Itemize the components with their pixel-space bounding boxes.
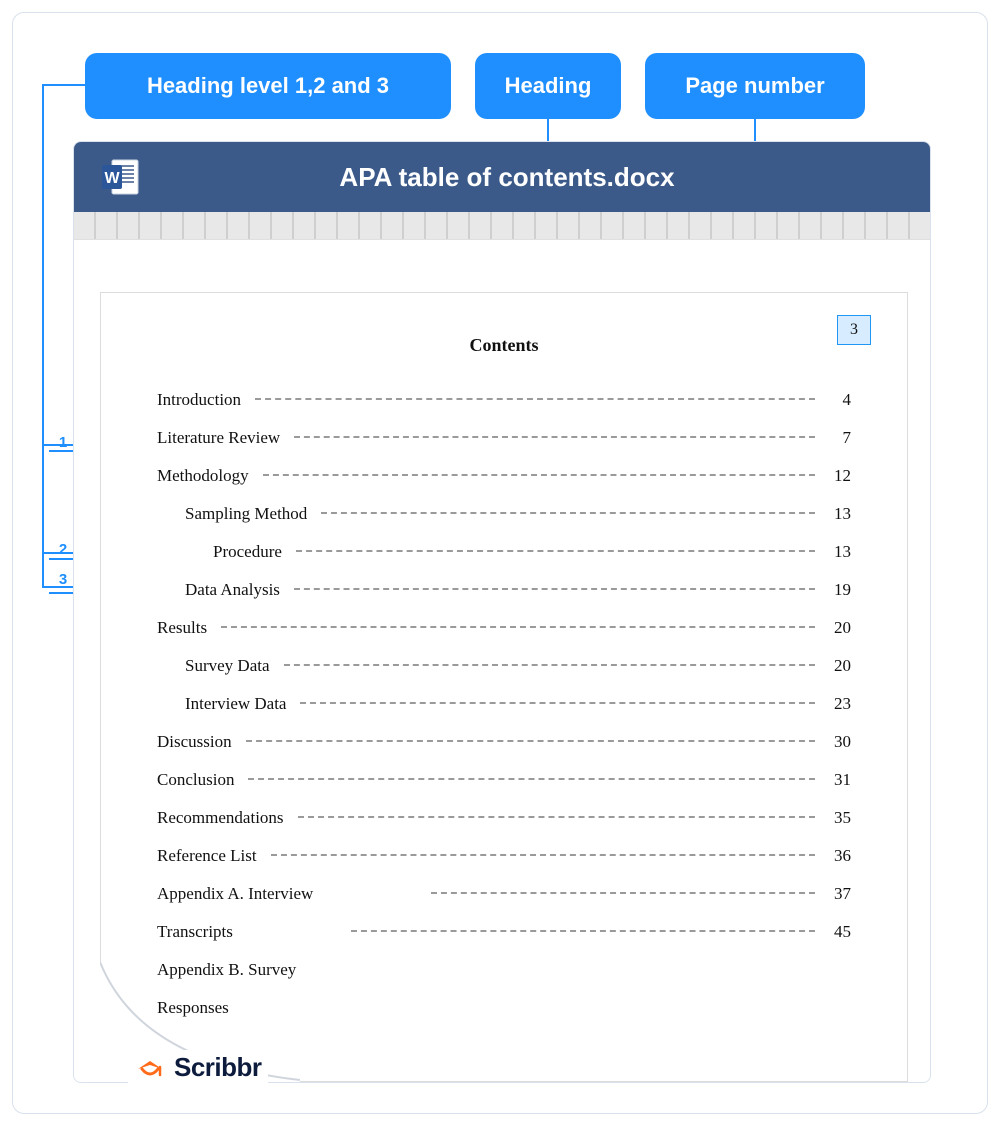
toc-leader [294,436,815,438]
toc-leader [271,854,815,856]
toc-page: 23 [821,694,851,714]
toc-label: Results [157,618,215,638]
toc-row: Appendix A. Interview 37 [157,884,851,904]
toc-page: 4 [821,390,851,410]
toc-row: Transcripts 45 [157,922,851,942]
toc-page: 31 [821,770,851,790]
brand-name: Scribbr [174,1052,262,1083]
toc-row: Methodology 12 [157,466,851,486]
level-marker-1: 1 [53,434,73,451]
document-window: W APA table of contents.docx 3 Contents … [73,141,931,1083]
toc-row: Procedure 13 [157,542,851,562]
outer-frame: Heading level 1,2 and 3 Heading Page num… [12,12,988,1114]
toc-label: Introduction [157,390,249,410]
document-filename: APA table of contents.docx [160,162,854,193]
toc-label: Appendix B. Survey [157,960,304,980]
level-marker-2: 2 [53,541,73,558]
contents-heading: Contents [157,335,851,356]
toc-leader [296,550,815,552]
toc-label: Discussion [157,732,240,752]
toc-page: 37 [821,884,851,904]
toc-row: Data Analysis 19 [157,580,851,600]
toc-label: Sampling Method [157,504,315,524]
toc-leader [246,740,815,742]
toc-leader [298,816,815,818]
toc-row: Responses [157,998,851,1018]
toc-row: Appendix B. Survey [157,960,851,980]
toc-label: Data Analysis [157,580,288,600]
toc-page: 12 [821,466,851,486]
document-page: 3 Contents Introduction 4 Literature Revie… [100,292,908,1082]
brand-badge: Scribbr [128,1050,268,1085]
callout-page-number: Page number [645,53,865,119]
table-of-contents: Introduction 4 Literature Review 7 Methodolo… [157,390,851,1018]
toc-leader [263,474,815,476]
toc-label: Transcripts [157,922,241,942]
toc-page: 45 [821,922,851,942]
scribbr-logo-icon [134,1053,166,1083]
toc-leader [255,398,815,400]
toc-row: Discussion 30 [157,732,851,752]
word-icon: W [100,157,140,197]
toc-leader [248,778,815,780]
toc-row: Introduction 4 [157,390,851,410]
toc-leader [294,588,815,590]
toc-label: Literature Review [157,428,288,448]
toc-label: Appendix A. Interview [157,884,321,904]
callout-heading: Heading [475,53,621,119]
toc-row: Interview Data 23 [157,694,851,714]
ruler [74,212,930,240]
toc-page: 20 [821,656,851,676]
toc-row: Literature Review 7 [157,428,851,448]
toc-label: Recommendations [157,808,292,828]
toc-row: Results 20 [157,618,851,638]
toc-page: 20 [821,618,851,638]
toc-leader [351,930,815,932]
toc-row: Sampling Method 13 [157,504,851,524]
toc-leader [221,626,815,628]
page-number-box: 3 [837,315,871,345]
toc-page: 13 [821,542,851,562]
toc-leader [431,892,815,894]
toc-label: Responses [157,998,237,1018]
toc-row: Conclusion 31 [157,770,851,790]
window-titlebar: W APA table of contents.docx [74,142,930,212]
toc-leader [300,702,815,704]
toc-page: 13 [821,504,851,524]
callout-heading-levels: Heading level 1,2 and 3 [85,53,451,119]
toc-leader [284,664,815,666]
toc-page: 7 [821,428,851,448]
toc-label: Procedure [157,542,290,562]
toc-page: 36 [821,846,851,866]
toc-label: Conclusion [157,770,242,790]
toc-page: 19 [821,580,851,600]
toc-row: Survey Data 20 [157,656,851,676]
level-marker-3: 3 [53,571,73,588]
toc-label: Interview Data [157,694,294,714]
svg-text:W: W [104,170,120,187]
toc-label: Reference List [157,846,265,866]
toc-label: Survey Data [157,656,278,676]
toc-label: Methodology [157,466,257,486]
toc-leader [321,512,815,514]
toc-page: 35 [821,808,851,828]
toc-row: Recommendations 35 [157,808,851,828]
toc-row: Reference List 36 [157,846,851,866]
toc-page: 30 [821,732,851,752]
page-area: 3 Contents Introduction 4 Literature Revie… [74,240,930,1082]
